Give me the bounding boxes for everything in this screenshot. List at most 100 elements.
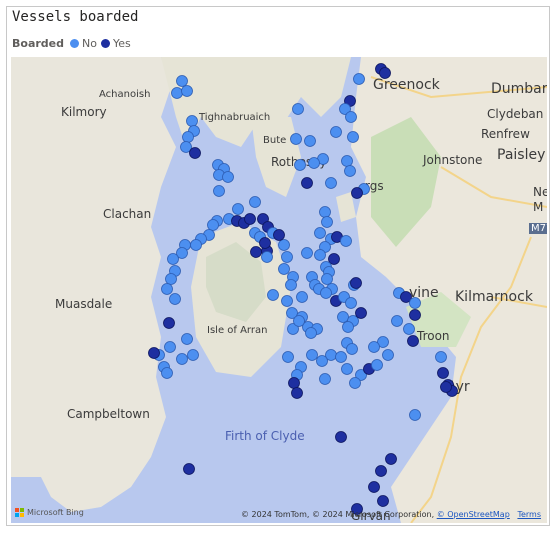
vessel-marker-not-boarded[interactable] [335, 351, 347, 363]
vessel-marker-not-boarded[interactable] [319, 206, 331, 218]
vessel-marker-not-boarded[interactable] [341, 363, 353, 375]
vessel-marker-boarded[interactable] [379, 67, 391, 79]
vessel-marker-not-boarded[interactable] [278, 263, 290, 275]
vessel-marker-boarded[interactable] [250, 246, 262, 258]
vessel-marker-boarded[interactable] [407, 335, 419, 347]
vessel-marker-not-boarded[interactable] [308, 157, 320, 169]
vessel-marker-not-boarded[interactable] [176, 75, 188, 87]
legend-item-no[interactable]: No [70, 37, 97, 50]
vessel-marker-not-boarded[interactable] [391, 315, 403, 327]
osm-link[interactable]: © OpenStreetMap [437, 510, 510, 519]
vessel-marker-not-boarded[interactable] [325, 177, 337, 189]
vessel-marker-not-boarded[interactable] [261, 251, 273, 263]
vessel-marker-not-boarded[interactable] [320, 287, 332, 299]
vessel-marker-not-boarded[interactable] [161, 367, 173, 379]
vessel-marker-not-boarded[interactable] [368, 341, 380, 353]
legend-item-yes[interactable]: Yes [100, 37, 131, 50]
vessel-marker-boarded[interactable] [377, 495, 389, 507]
vessel-marker-not-boarded[interactable] [169, 293, 181, 305]
vessel-marker-boarded[interactable] [335, 431, 347, 443]
vessel-marker-not-boarded[interactable] [207, 219, 219, 231]
vessel-marker-boarded[interactable] [350, 277, 362, 289]
vessel-marker-not-boarded[interactable] [353, 73, 365, 85]
vessel-marker-not-boarded[interactable] [171, 87, 183, 99]
vessel-marker-not-boarded[interactable] [382, 349, 394, 361]
vessel-marker-boarded[interactable] [291, 387, 303, 399]
vessel-marker-boarded[interactable] [259, 237, 271, 249]
vessel-marker-not-boarded[interactable] [314, 249, 326, 261]
vessel-marker-boarded[interactable] [409, 309, 421, 321]
vessel-marker-not-boarded[interactable] [293, 315, 305, 327]
vessel-marker-boarded[interactable] [368, 481, 380, 493]
vessel-marker-boarded[interactable] [440, 381, 452, 393]
vessel-marker-not-boarded[interactable] [347, 131, 359, 143]
vessel-marker-not-boarded[interactable] [346, 343, 358, 355]
vessel-marker-not-boarded[interactable] [321, 273, 333, 285]
vessel-marker-not-boarded[interactable] [435, 351, 447, 363]
vessel-marker-boarded[interactable] [163, 317, 175, 329]
vessel-marker-boarded[interactable] [189, 147, 201, 159]
vessel-marker-not-boarded[interactable] [182, 131, 194, 143]
terms-link[interactable]: Terms [517, 510, 541, 519]
vessel-marker-not-boarded[interactable] [176, 353, 188, 365]
vessel-marker-not-boarded[interactable] [316, 355, 328, 367]
vessel-marker-boarded[interactable] [148, 347, 160, 359]
map-canvas[interactable]: Greenock Dumbarto Achanoish Kilmory Tigh… [11, 57, 547, 523]
vessel-marker-not-boarded[interactable] [290, 133, 302, 145]
vessel-marker-not-boarded[interactable] [345, 297, 357, 309]
vessel-marker-not-boarded[interactable] [249, 196, 261, 208]
vessel-marker-not-boarded[interactable] [337, 311, 349, 323]
vessel-marker-boarded[interactable] [385, 453, 397, 465]
vessel-marker-not-boarded[interactable] [341, 155, 353, 167]
vessel-marker-not-boarded[interactable] [296, 291, 308, 303]
vessel-marker-boarded[interactable] [183, 463, 195, 475]
vessel-marker-boarded[interactable] [244, 213, 256, 225]
vessel-marker-not-boarded[interactable] [190, 239, 202, 251]
vessel-marker-not-boarded[interactable] [213, 185, 225, 197]
legend-label-yes: Yes [112, 37, 131, 50]
vessel-marker-not-boarded[interactable] [282, 351, 294, 363]
vessel-marker-not-boarded[interactable] [306, 349, 318, 361]
vessel-marker-not-boarded[interactable] [294, 159, 306, 171]
map-attribution: © 2024 TomTom, © 2024 Microsoft Corporat… [241, 510, 541, 519]
vessel-marker-not-boarded[interactable] [330, 126, 342, 138]
vessel-marker-boarded[interactable] [355, 307, 367, 319]
vessel-marker-not-boarded[interactable] [181, 85, 193, 97]
vessel-marker-not-boarded[interactable] [232, 203, 244, 215]
vessel-marker-not-boarded[interactable] [161, 283, 173, 295]
vessel-marker-not-boarded[interactable] [285, 279, 297, 291]
vessel-marker-boarded[interactable] [273, 229, 285, 241]
vessel-marker-not-boarded[interactable] [222, 171, 234, 183]
vessel-marker-not-boarded[interactable] [305, 327, 317, 339]
vessel-marker-not-boarded[interactable] [340, 235, 352, 247]
vessel-marker-not-boarded[interactable] [165, 273, 177, 285]
vessel-marker-not-boarded[interactable] [371, 359, 383, 371]
vessel-marker-not-boarded[interactable] [278, 239, 290, 251]
vessel-marker-not-boarded[interactable] [301, 247, 313, 259]
vessel-marker-not-boarded[interactable] [186, 115, 198, 127]
vessel-marker-not-boarded[interactable] [409, 409, 421, 421]
vessel-marker-not-boarded[interactable] [342, 321, 354, 333]
vessel-marker-not-boarded[interactable] [281, 251, 293, 263]
vessel-marker-not-boarded[interactable] [344, 165, 356, 177]
vessel-marker-not-boarded[interactable] [349, 377, 361, 389]
vessel-marker-not-boarded[interactable] [321, 216, 333, 228]
vessel-marker-not-boarded[interactable] [345, 111, 357, 123]
vessel-marker-not-boarded[interactable] [167, 253, 179, 265]
vessel-marker-not-boarded[interactable] [314, 227, 326, 239]
vessel-marker-not-boarded[interactable] [304, 135, 316, 147]
vessel-marker-boarded[interactable] [375, 465, 387, 477]
vessel-marker-not-boarded[interactable] [164, 341, 176, 353]
vessel-marker-not-boarded[interactable] [187, 349, 199, 361]
vessel-marker-not-boarded[interactable] [181, 333, 193, 345]
vessel-marker-not-boarded[interactable] [319, 373, 331, 385]
vessel-marker-boarded[interactable] [301, 177, 313, 189]
vessel-marker-boarded[interactable] [351, 187, 363, 199]
vessel-marker-boarded[interactable] [437, 367, 449, 379]
vessel-marker-not-boarded[interactable] [267, 289, 279, 301]
vessel-marker-not-boarded[interactable] [281, 295, 293, 307]
vessel-marker-boarded[interactable] [288, 377, 300, 389]
vessel-marker-not-boarded[interactable] [403, 323, 415, 335]
vessel-marker-not-boarded[interactable] [292, 103, 304, 115]
vessel-marker-not-boarded[interactable] [409, 297, 421, 309]
